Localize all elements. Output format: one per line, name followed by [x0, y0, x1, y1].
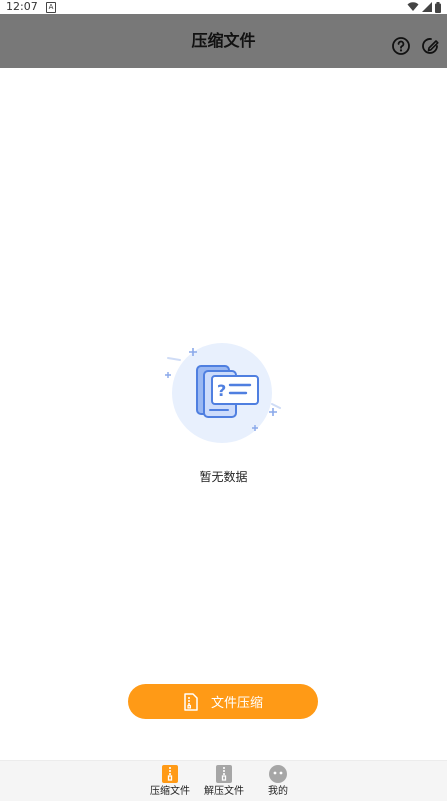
status-icons: [407, 1, 441, 13]
file-zip-icon: [184, 692, 198, 711]
nav-item-mine[interactable]: 我的: [253, 764, 303, 800]
nav-label-decompress: 解压文件: [204, 786, 244, 797]
unzip-file-icon: [216, 765, 232, 783]
battery-icon: [435, 1, 441, 13]
status-notification-badge: A: [46, 2, 56, 13]
help-icon[interactable]: [391, 36, 411, 56]
zip-file-icon: [162, 765, 178, 783]
svg-text:?: ?: [217, 381, 226, 400]
page-title: 压缩文件: [191, 31, 256, 50]
nav-label-compress: 压缩文件: [150, 786, 190, 797]
nav-item-decompress[interactable]: 解压文件: [199, 764, 249, 800]
status-time: 12:07: [6, 0, 38, 13]
profile-face-icon: [269, 765, 287, 783]
app-bar: 压缩文件: [0, 14, 447, 68]
empty-document-icon: ?: [165, 343, 281, 443]
bottom-nav: 压缩文件 解压文件 我的: [0, 760, 447, 801]
signal-icon: [422, 2, 432, 12]
edit-icon[interactable]: [421, 36, 441, 56]
nav-item-compress[interactable]: 压缩文件: [145, 764, 195, 800]
nav-label-mine: 我的: [268, 786, 288, 797]
compress-file-button[interactable]: 文件压缩: [128, 684, 318, 719]
compress-button-label: 文件压缩: [210, 696, 263, 711]
empty-state-message: 暂无数据: [199, 470, 248, 484]
wifi-icon: [407, 2, 419, 11]
status-bar: 12:07 A: [0, 0, 447, 14]
